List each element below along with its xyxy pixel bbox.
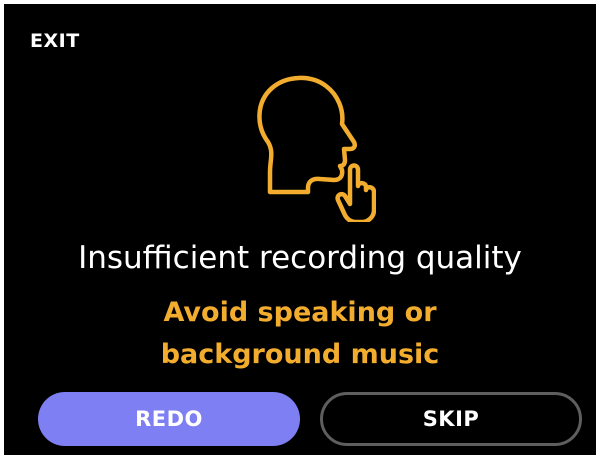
redo-button-label: REDO xyxy=(135,407,203,431)
speaking-head-hush-icon xyxy=(242,72,377,225)
error-title: Insufficient recording quality xyxy=(78,240,522,276)
subtitle-line-2: background music xyxy=(160,339,440,370)
subtitle-line-1: Avoid speaking or xyxy=(163,297,437,328)
error-dialog: EXIT Insufficient recording quality Avoi… xyxy=(4,4,596,455)
skip-button[interactable]: SKIP xyxy=(320,392,582,446)
error-subtitle: Avoid speaking or background music xyxy=(4,292,596,376)
redo-button[interactable]: REDO xyxy=(38,392,300,446)
exit-button[interactable]: EXIT xyxy=(30,30,80,52)
skip-button-label: SKIP xyxy=(422,407,480,431)
